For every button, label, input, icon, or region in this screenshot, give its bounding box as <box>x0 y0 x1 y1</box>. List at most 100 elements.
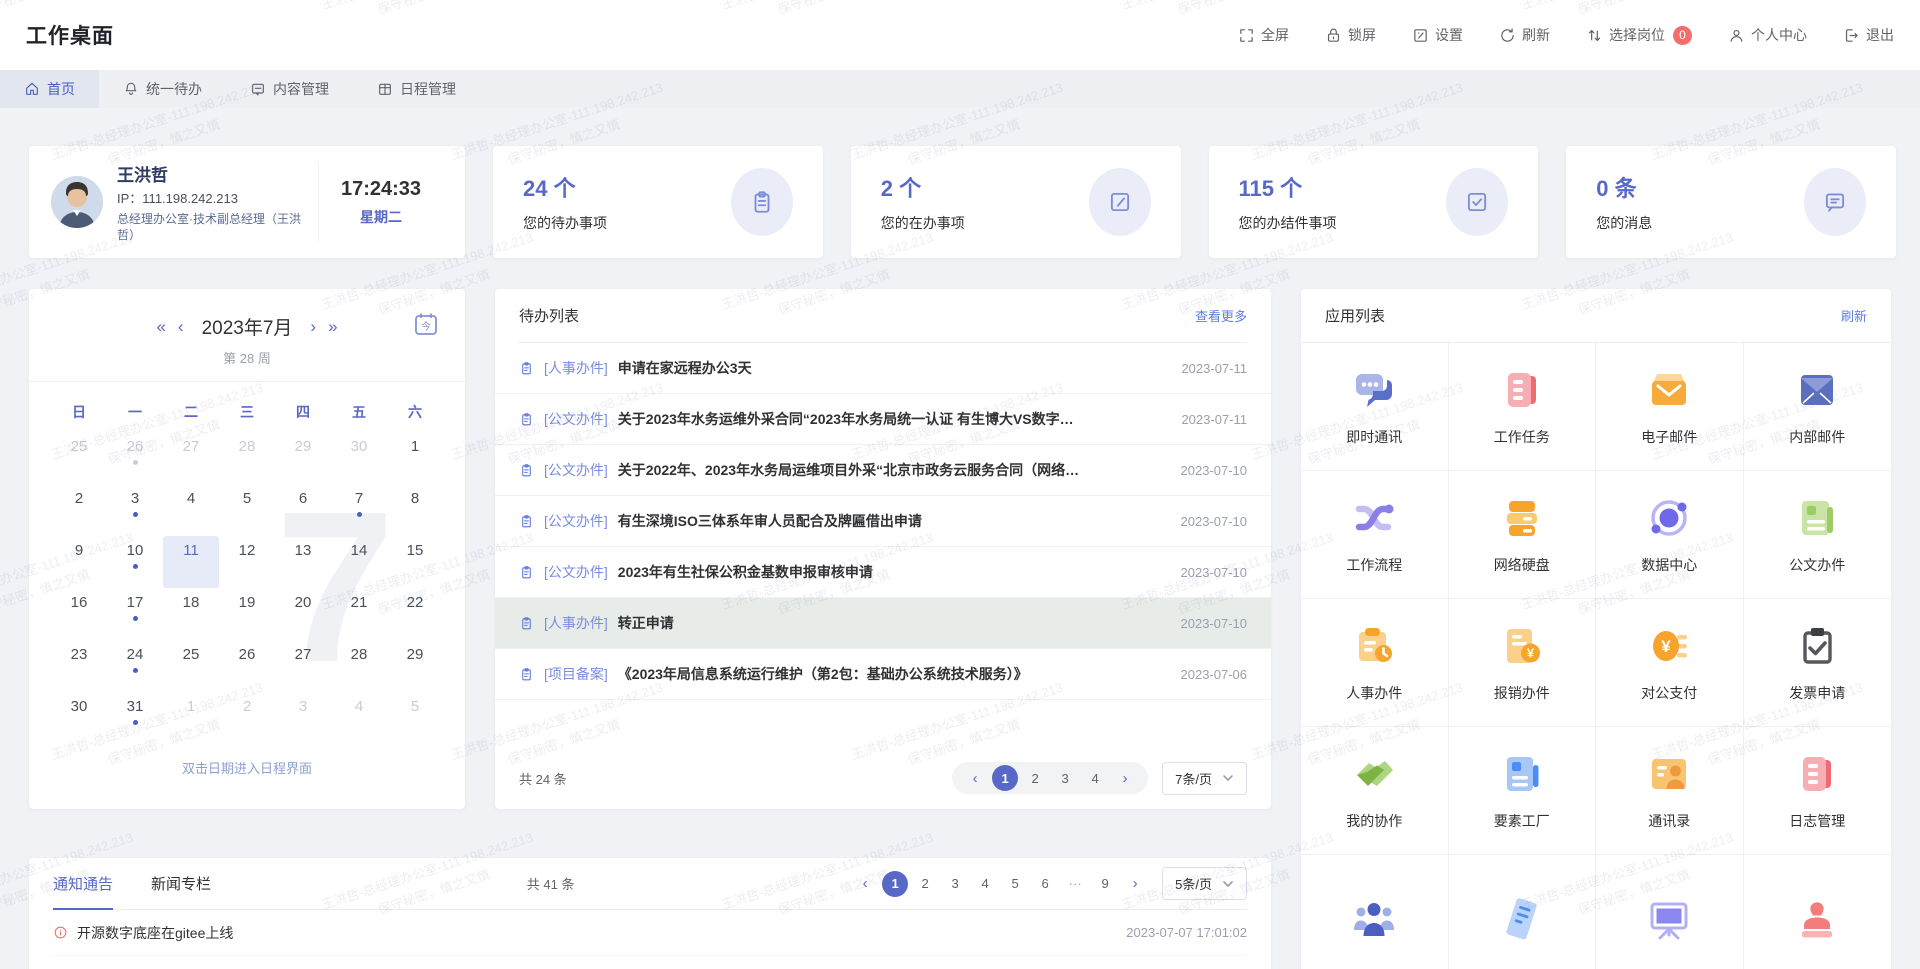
app-报销办件[interactable]: ¥报销办件 <box>1449 599 1597 727</box>
app-partial-3[interactable] <box>1744 855 1892 969</box>
tab-首页[interactable]: 首页 <box>0 70 99 108</box>
calendar-day-5[interactable]: 5 <box>219 484 275 536</box>
todo-item-6[interactable]: [项目备案]《2023年局信息系统运行维护（第2包：基础办公系统技术服务）》20… <box>495 649 1271 700</box>
todo-page-size-select[interactable]: 7条/页 <box>1162 762 1247 795</box>
calendar-day-3[interactable]: 3 <box>107 484 163 536</box>
app-网络硬盘[interactable]: 网络硬盘 <box>1449 471 1597 599</box>
calendar-day-21[interactable]: 21 <box>331 588 387 640</box>
tab-内容管理[interactable]: 内容管理 <box>226 70 353 108</box>
notice-tab-通知通告[interactable]: 通知通告 <box>53 858 113 909</box>
stat-card-1[interactable]: 2 个 您的在办事项 <box>851 146 1181 258</box>
next-page-button[interactable]: › <box>1112 765 1138 791</box>
calendar-footer-hint[interactable]: 双击日期进入日程界面 <box>51 744 443 793</box>
calendar-day-17[interactable]: 17 <box>107 588 163 640</box>
prev-page-button[interactable]: ‹ <box>852 871 878 897</box>
notice-item-0[interactable]: 开源数字底座在gitee上线2023-07-07 17:01:02 <box>53 910 1247 956</box>
header-action-fullscreen[interactable]: 全屏 <box>1238 25 1289 45</box>
calendar-day-30[interactable]: 30 <box>51 692 107 744</box>
page-button-6[interactable]: 6 <box>1032 871 1058 897</box>
calendar-day-24[interactable]: 24 <box>107 640 163 692</box>
calendar-day-3[interactable]: 3 <box>275 692 331 744</box>
calendar-day-4[interactable]: 4 <box>163 484 219 536</box>
calendar-day-27[interactable]: 27 <box>163 432 219 484</box>
next-page-button[interactable]: › <box>1122 871 1148 897</box>
calendar-day-8[interactable]: 8 <box>387 484 443 536</box>
calendar-day-2[interactable]: 2 <box>219 692 275 744</box>
todo-item-0[interactable]: [人事办件]申请在家远程办公3天2023-07-11 <box>495 343 1271 394</box>
page-button-3[interactable]: 3 <box>942 871 968 897</box>
calendar-day-1[interactable]: 1 <box>387 432 443 484</box>
stat-card-2[interactable]: 115 个 您的办结件事项 <box>1209 146 1539 258</box>
calendar-day-14[interactable]: 14 <box>331 536 387 588</box>
calendar-day-27[interactable]: 27 <box>275 640 331 692</box>
calendar-day-1[interactable]: 1 <box>163 692 219 744</box>
app-partial-2[interactable] <box>1596 855 1744 969</box>
header-action-lock[interactable]: 锁屏 <box>1325 25 1376 45</box>
next-month-button[interactable]: › <box>310 318 316 335</box>
calendar-day-7[interactable]: 7 <box>331 484 387 536</box>
app-我的协作[interactable]: 我的协作 <box>1301 727 1449 855</box>
calendar-day-30[interactable]: 30 <box>331 432 387 484</box>
calendar-day-10[interactable]: 10 <box>107 536 163 588</box>
app-通讯录[interactable]: 通讯录 <box>1596 727 1744 855</box>
todo-item-4[interactable]: [公文办件]2023年有生社保公积金基数申报审核申请2023-07-10 <box>495 547 1271 598</box>
calendar-day-12[interactable]: 12 <box>219 536 275 588</box>
page-button-4[interactable]: 4 <box>1082 765 1108 791</box>
header-action-settings[interactable]: 设置 <box>1412 25 1463 45</box>
calendar-day-28[interactable]: 28 <box>331 640 387 692</box>
page-button-1[interactable]: 1 <box>992 765 1018 791</box>
app-数据中心[interactable]: 数据中心 <box>1596 471 1744 599</box>
tab-日程管理[interactable]: 日程管理 <box>353 70 480 108</box>
calendar-day-4[interactable]: 4 <box>331 692 387 744</box>
calendar-day-13[interactable]: 13 <box>275 536 331 588</box>
next-year-button[interactable]: » <box>328 318 337 335</box>
calendar-day-28[interactable]: 28 <box>219 432 275 484</box>
app-发票申请[interactable]: 发票申请 <box>1744 599 1892 727</box>
calendar-day-18[interactable]: 18 <box>163 588 219 640</box>
calendar-day-11[interactable]: 11 <box>163 536 219 588</box>
todo-item-1[interactable]: [公文办件]关于2023年水务运维外采合同“2023年水务局统一认证 有生博大V… <box>495 394 1271 445</box>
calendar-today-icon[interactable]: 今 <box>413 311 439 337</box>
notice-page-size-select[interactable]: 5条/页 <box>1162 867 1247 900</box>
app-partial-1[interactable] <box>1449 855 1597 969</box>
app-人事办件[interactable]: 人事办件 <box>1301 599 1449 727</box>
tab-统一待办[interactable]: 统一待办 <box>99 70 226 108</box>
prev-year-button[interactable]: « <box>156 318 165 335</box>
app-partial-0[interactable] <box>1301 855 1449 969</box>
notice-tab-新闻专栏[interactable]: 新闻专栏 <box>151 858 211 909</box>
todo-item-3[interactable]: [公文办件]有生深境ISO三体系年审人员配合及牌匾借出申请2023-07-10 <box>495 496 1271 547</box>
calendar-day-16[interactable]: 16 <box>51 588 107 640</box>
page-button-2[interactable]: 2 <box>912 871 938 897</box>
header-action-user[interactable]: 个人中心 <box>1728 25 1807 45</box>
calendar-day-5[interactable]: 5 <box>387 692 443 744</box>
calendar-day-19[interactable]: 19 <box>219 588 275 640</box>
app-即时通讯[interactable]: 即时通讯 <box>1301 343 1449 471</box>
page-button-1[interactable]: 1 <box>882 871 908 897</box>
stat-card-3[interactable]: 0 条 您的消息 <box>1566 146 1896 258</box>
header-action-logout[interactable]: 退出 <box>1843 25 1894 45</box>
calendar-day-20[interactable]: 20 <box>275 588 331 640</box>
page-button-3[interactable]: 3 <box>1052 765 1078 791</box>
stat-card-0[interactable]: 24 个 您的待办事项 <box>493 146 823 258</box>
app-要素工厂[interactable]: 要素工厂 <box>1449 727 1597 855</box>
app-日志管理[interactable]: 日志管理 <box>1744 727 1892 855</box>
page-button-9[interactable]: 9 <box>1092 871 1118 897</box>
todo-item-5[interactable]: [人事办件]转正申请2023-07-10 <box>495 598 1271 649</box>
todo-view-more-link[interactable]: 查看更多 <box>1195 306 1247 325</box>
calendar-day-31[interactable]: 31 <box>107 692 163 744</box>
avatar[interactable] <box>51 176 103 228</box>
prev-page-button[interactable]: ‹ <box>962 765 988 791</box>
calendar-day-26[interactable]: 26 <box>107 432 163 484</box>
app-公文办件[interactable]: 公文办件 <box>1744 471 1892 599</box>
app-对公支付[interactable]: ¥对公支付 <box>1596 599 1744 727</box>
calendar-day-9[interactable]: 9 <box>51 536 107 588</box>
calendar-day-26[interactable]: 26 <box>219 640 275 692</box>
calendar-day-29[interactable]: 29 <box>275 432 331 484</box>
prev-month-button[interactable]: ‹ <box>178 318 184 335</box>
calendar-day-22[interactable]: 22 <box>387 588 443 640</box>
page-button-4[interactable]: 4 <box>972 871 998 897</box>
calendar-day-15[interactable]: 15 <box>387 536 443 588</box>
calendar-day-25[interactable]: 25 <box>163 640 219 692</box>
calendar-day-23[interactable]: 23 <box>51 640 107 692</box>
app-工作流程[interactable]: 工作流程 <box>1301 471 1449 599</box>
